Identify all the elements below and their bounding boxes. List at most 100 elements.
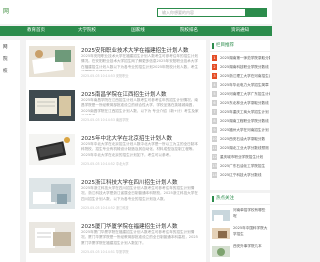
hot-item[interactable]: 8 2025湖南工程职业学院分数线 [212,118,270,125]
featured-item-label[interactable]: 西安外事学院几本 [233,244,268,256]
featured-item[interactable]: 2025年中国科学院大学招生 [212,226,268,243]
nav-item-news[interactable]: 资讯通知 [220,26,260,36]
article-thumbnail[interactable] [29,46,75,77]
rank-badge: 1 [212,55,217,61]
header-accent [212,43,214,49]
rank-badge: 7 [212,109,217,115]
hot-panel-header: 栏目推荐 [210,40,270,52]
hot-item[interactable]: 4 2025年华北电力大学招生简章 [212,82,270,89]
rank-badge: 6 [212,100,217,106]
site-header: 网 [0,0,272,24]
main-nav: 教育首页 大学院校 国家线 院校排名 资讯通知 [0,26,272,36]
left-gutter: 网 院 校 [0,40,20,262]
rank-badge: 10 [212,136,217,142]
article-item[interactable]: 2025浙江科技大学在四川招生计划人数 2025年浙江科技大学在四川招生计划人数… [29,174,204,218]
rank-badge: 9 [212,127,217,133]
hot-item-label[interactable]: 2025东北林业大学录取分数线 [220,100,270,106]
hot-item-label[interactable]: 2025年华北电力大学招生简章 [220,82,270,88]
rank-badge: 3 [212,73,217,79]
nav-item-home[interactable]: 教育首页 [16,26,56,36]
rank-badge: 11 [212,145,217,151]
featured-item-label[interactable]: 河南单招学校有哪些呢 [233,208,268,220]
site-logo[interactable]: 网 [3,6,9,15]
gutter-item[interactable]: 校 [3,68,8,74]
hot-item-label[interactable]: 2025西安石油大学录取分数 [220,136,270,142]
hot-panel-title: 栏目推荐 [216,43,234,48]
rank-badge: 12 [212,154,217,160]
rank-badge: 8 [212,118,217,124]
nav-item-national-line[interactable]: 国家线 [118,26,158,36]
hot-item-label[interactable]: 2025湖南科技职业学院分数线 [220,64,270,70]
rank-badge: 5 [212,91,217,97]
featured-panel-title: 热点关注 [216,196,234,201]
article-date: 2025-05-03 10:14:51 华厦学院 [81,250,129,254]
article-date: 2025-05-03 10:14:52 浙江科技 [81,206,129,210]
article-title[interactable]: 2025年中北大学在北京招生计划人数 [81,134,172,142]
article-summary: 2025年中北大学在北京招生计划人数中北大学是一所以工为主的全日制本科院校，招生… [81,142,198,157]
featured-panel-header: 热点关注 [210,193,270,205]
hot-item-label[interactable]: 2025辽宁科技大学分数线 [220,172,270,178]
hot-item[interactable]: 5 2025河南理工大学广东招生计划 [212,91,270,98]
rank-badge: 14 [212,172,217,178]
featured-item-label[interactable]: 2025年中国科学院大学招生 [233,226,268,238]
article-title[interactable]: 2025浙江科技大学在四川招生计划人数 [81,178,178,186]
hot-item[interactable]: 12 重庆城市职业学院招生计划 [212,154,268,161]
article-summary: 2025年浙江科技大学在四川招生计划人数考生可参考往年的招生计划情况。浙江科技大… [81,186,198,201]
article-date: 2025-05-03 10:14:53 南昌学院 [81,118,129,122]
article-date: 2025-05-03 10:14:52 中北大学 [81,162,129,166]
featured-thumbnail[interactable] [212,208,230,221]
featured-panel: 热点关注 河南单招学校有哪些呢 2025年中国科学院大学招生 西安外事学院几本 [210,193,270,262]
article-title[interactable]: 2025厦门华厦学院在福建招生计划人数 [81,222,178,230]
hot-item[interactable]: 11 2025湖北工业大学分数线预测 [212,145,270,152]
article-summary: 2025年安阳职业技术大学在福建招生计划人数考生可参考往年的招生计划情况。在安阳… [81,54,198,71]
hot-item[interactable]: 10 2025西安石油大学录取分数 [212,136,268,143]
gutter-item[interactable]: 院 [3,56,8,62]
article-thumbnail[interactable] [29,178,75,209]
hot-item-label[interactable]: 重庆城市职业学院招生计划 [220,154,270,160]
featured-item[interactable]: 西安外事学院几本 [212,244,268,261]
article-thumbnail[interactable] [29,134,75,165]
article-summary: 2025年南昌学院在江西招生计划人数考生可参考往年的招生计划情况。南昌学院是一所… [81,98,199,115]
featured-item[interactable]: 河南单招学校有哪些呢 [212,208,268,225]
article-title[interactable]: 2025安阳职业技术大学在福建招生计划人数 [81,46,189,54]
page: 网 教育首页 大学院校 国家线 院校排名 资讯通知 网 院 校 2025安阳职业… [0,0,272,262]
featured-thumbnail[interactable] [212,244,230,257]
article-summary: 2025年厦门华厦学院在福建招生计划人数考生可参考往年的招生计划情况。厦门华厦学… [81,230,198,245]
rank-badge: 13 [212,163,217,169]
hot-item[interactable]: 7 2025年重庆工商大学招生计划 [212,109,270,116]
hot-item[interactable]: 13 2025广东石油化工学院招生 [212,163,268,170]
featured-thumbnail[interactable] [212,226,230,239]
header-accent [212,196,214,202]
hot-item-label[interactable]: 2025湖北工业大学分数线预测 [220,145,270,151]
hot-panel: 栏目推荐 12025湖南第一师范学院录取分数线 22025湖南科技职业学院分数线… [210,40,270,190]
rank-badge: 4 [212,82,217,88]
hot-item-label[interactable]: 2025年重庆工商大学招生计划 [220,109,270,115]
hot-item-label[interactable]: 2025湖南第一师范学院录取分数线 [220,55,270,61]
article-item[interactable]: 2025南昌学院在江西招生计划人数 2025年南昌学院在江西招生计划人数考生可参… [29,86,204,130]
hot-item[interactable]: 14 2025辽宁科技大学分数线 [212,172,268,179]
hot-item-label[interactable]: 2025河南理工大学广东招生计划 [220,91,270,97]
article-item[interactable]: 2025安阳职业技术大学在福建招生计划人数 2025年安阳职业技术大学在福建招生… [29,42,204,86]
article-item[interactable]: 2025年中北大学在北京招生计划人数 2025年中北大学在北京招生计划人数中北大… [29,130,204,174]
article-thumbnail[interactable] [29,222,75,253]
hot-item[interactable]: 6 2025东北林业大学录取分数线 [212,100,270,107]
rank-badge: 2 [212,64,217,70]
nav-item-universities[interactable]: 大学院校 [67,26,107,36]
article-list: 2025安阳职业技术大学在福建招生计划人数 2025年安阳职业技术大学在福建招生… [26,40,206,262]
search-input[interactable] [157,8,245,17]
search-button[interactable] [245,8,267,17]
hot-item[interactable]: 9 2025福州大学在河南招生计划 [212,127,270,134]
article-thumbnail[interactable] [29,90,75,121]
hot-item-label[interactable]: 2025浙江理工大学在河南招生计划 [220,73,270,79]
nav-item-ranking[interactable]: 院校排名 [169,26,209,36]
article-item[interactable]: 2025厦门华厦学院在福建招生计划人数 2025年厦门华厦学院在福建招生计划人数… [29,218,204,262]
hot-item-label[interactable]: 2025福州大学在河南招生计划 [220,127,270,133]
gutter-item[interactable]: 网 [3,44,8,50]
article-title[interactable]: 2025南昌学院在江西招生计划人数 [81,90,167,98]
hot-item-label[interactable]: 2025广东石油化工学院招生 [220,163,270,169]
hot-item-label[interactable]: 2025湖南工程职业学院分数线 [220,118,270,124]
hot-item[interactable]: 12025湖南第一师范学院录取分数线 [212,55,270,62]
hot-item[interactable]: 32025浙江理工大学在河南招生计划 [212,73,270,80]
hot-item[interactable]: 2 2025湖南科技职业学院分数线 [212,64,270,71]
article-date: 2025-05-03 10:14:53 安阳职业 [81,74,129,78]
